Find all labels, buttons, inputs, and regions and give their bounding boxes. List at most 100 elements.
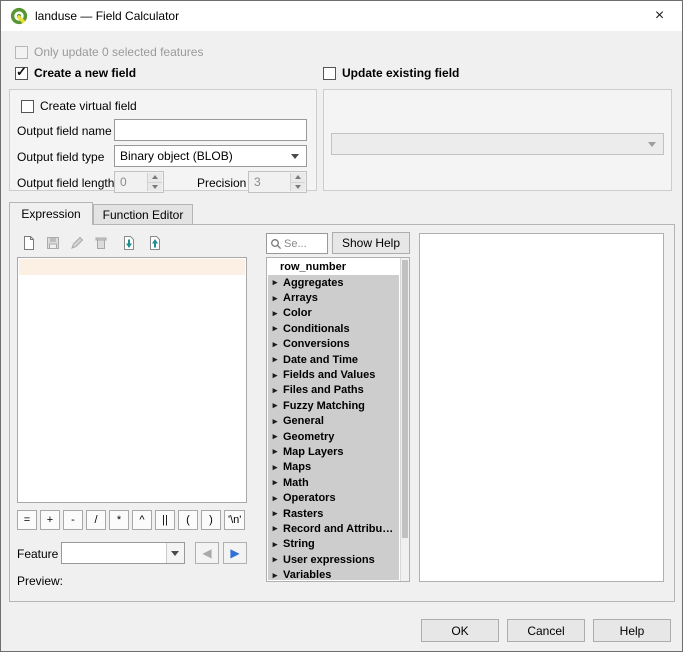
group-expand-icon: ▸ xyxy=(271,339,279,350)
function-group-item[interactable]: ▸ Color xyxy=(268,306,399,321)
group-item-label: Date and Time xyxy=(283,354,358,366)
operator-button[interactable]: * xyxy=(109,510,129,530)
function-group-item[interactable]: ▸ Math xyxy=(268,475,399,490)
function-group-item[interactable]: ▸ General xyxy=(268,414,399,429)
show-help-button[interactable]: Show Help xyxy=(332,232,410,254)
expression-editor[interactable] xyxy=(17,257,247,503)
create-new-field-checkbox[interactable]: Create a new field xyxy=(15,66,136,80)
group-expand-icon: ▸ xyxy=(271,385,279,396)
only-update-label: Only update 0 selected features xyxy=(34,45,203,59)
editor-current-line xyxy=(19,259,245,275)
function-group-item[interactable]: ▸ Aggregates xyxy=(268,275,399,290)
operator-button[interactable]: ) xyxy=(201,510,221,530)
export-expressions-icon[interactable] xyxy=(143,231,166,254)
spin-up-icon xyxy=(152,175,158,179)
checkbox-icon xyxy=(21,100,34,113)
group-expand-icon: ▸ xyxy=(271,539,279,550)
function-group-item[interactable]: ▸ Files and Paths xyxy=(268,383,399,398)
group-expand-icon: ▸ xyxy=(271,493,279,504)
new-expression-icon[interactable] xyxy=(17,231,40,254)
operator-button[interactable]: '\n' xyxy=(224,510,245,530)
edit-expression-icon xyxy=(65,231,88,254)
group-expand-icon: ▸ xyxy=(271,431,279,442)
spinner-buttons xyxy=(290,173,305,191)
function-group-item[interactable]: ▸ Fuzzy Matching xyxy=(268,398,399,413)
create-virtual-field-label: Create virtual field xyxy=(40,99,137,113)
scrollbar-thumb[interactable] xyxy=(402,260,408,538)
function-group-item[interactable]: ▸ Rasters xyxy=(268,506,399,521)
feature-input[interactable] xyxy=(62,543,166,563)
operator-button[interactable]: ^ xyxy=(132,510,152,530)
output-field-type-select[interactable]: Binary object (BLOB) xyxy=(114,145,307,167)
group-item-label: General xyxy=(283,415,324,427)
function-group-item[interactable]: ▸ String xyxy=(268,537,399,552)
output-field-length-label: Output field length xyxy=(17,176,114,190)
function-group-item[interactable]: ▸ User expressions xyxy=(268,552,399,567)
group-item-label: String xyxy=(283,538,315,550)
output-field-type-value: Binary object (BLOB) xyxy=(120,149,233,163)
feature-combobox[interactable] xyxy=(61,542,185,564)
update-existing-field-label: Update existing field xyxy=(342,66,459,80)
preview-label: Preview: xyxy=(17,574,63,588)
output-field-name-input[interactable] xyxy=(114,119,307,141)
ok-button[interactable]: OK xyxy=(421,619,499,642)
operator-button[interactable]: ( xyxy=(178,510,198,530)
function-group-item[interactable]: ▸ Conversions xyxy=(268,337,399,352)
help-button[interactable]: Help xyxy=(593,619,671,642)
group-item-label: Files and Paths xyxy=(283,384,364,396)
group-expand-icon: ▸ xyxy=(271,323,279,334)
function-search[interactable] xyxy=(266,233,328,254)
update-existing-field-checkbox[interactable]: Update existing field xyxy=(323,66,459,80)
spin-up-icon xyxy=(295,175,301,179)
group-item-label: Record and Attribu… xyxy=(283,523,393,535)
close-icon[interactable]: × xyxy=(637,1,682,31)
output-field-length-stepper: 0 xyxy=(114,171,164,193)
operator-button[interactable]: / xyxy=(86,510,106,530)
group-item-label: Color xyxy=(283,307,312,319)
existing-field-select xyxy=(331,133,664,155)
function-group-item[interactable]: ▸ Maps xyxy=(268,460,399,475)
function-list: row_number ▸ Aggregates ▸ Arrays ▸ Color… xyxy=(266,257,410,582)
group-expand-icon: ▸ xyxy=(271,570,279,580)
operator-button[interactable]: - xyxy=(63,510,83,530)
group-expand-icon: ▸ xyxy=(271,462,279,473)
function-group-item[interactable]: ▸ Operators xyxy=(268,490,399,505)
group-expand-icon: ▸ xyxy=(271,477,279,488)
group-item-label: Map Layers xyxy=(283,446,344,458)
operator-button[interactable]: + xyxy=(40,510,60,530)
field-calculator-dialog: landuse — Field Calculator × Only update… xyxy=(0,0,683,652)
function-group-item[interactable]: ▸ Geometry xyxy=(268,429,399,444)
function-group-item[interactable]: ▸ Fields and Values xyxy=(268,367,399,382)
group-expand-icon: ▸ xyxy=(271,446,279,457)
precision-value: 3 xyxy=(254,175,261,189)
operator-row: =+-/*^||()'\n' xyxy=(17,510,255,530)
function-group-item[interactable]: ▸ Record and Attribu… xyxy=(268,521,399,536)
import-expressions-icon[interactable] xyxy=(117,231,140,254)
group-expand-icon: ▸ xyxy=(271,416,279,427)
tab-function-editor[interactable]: Function Editor xyxy=(93,204,193,225)
create-virtual-field-checkbox[interactable]: Create virtual field xyxy=(21,99,137,113)
combo-arrow-segment[interactable] xyxy=(166,543,184,563)
function-group-item[interactable]: ▸ Variables xyxy=(268,567,399,580)
function-list-scrollbar[interactable] xyxy=(400,258,409,581)
function-group-item[interactable]: ▸ Arrays xyxy=(268,290,399,305)
prev-feature-icon: ◀ xyxy=(195,542,219,564)
tab-label: Expression xyxy=(21,207,80,221)
function-group-item[interactable]: ▸ Map Layers xyxy=(268,444,399,459)
output-field-name-label: Output field name xyxy=(17,124,112,138)
search-input[interactable] xyxy=(284,238,324,250)
group-item-label: Operators xyxy=(283,492,336,504)
group-expand-icon: ▸ xyxy=(271,293,279,304)
operator-button[interactable]: = xyxy=(17,510,37,530)
group-expand-icon: ▸ xyxy=(271,277,279,288)
cancel-button[interactable]: Cancel xyxy=(507,619,585,642)
next-feature-icon[interactable]: ▶ xyxy=(223,542,247,564)
group-expand-icon: ▸ xyxy=(271,523,279,534)
function-item-row-number[interactable]: row_number xyxy=(268,259,399,275)
operator-button[interactable]: || xyxy=(155,510,175,530)
function-group-item[interactable]: ▸ Date and Time xyxy=(268,352,399,367)
chevron-down-icon xyxy=(171,551,179,556)
tab-expression[interactable]: Expression xyxy=(9,202,93,225)
group-item-label: Math xyxy=(283,477,309,489)
function-group-item[interactable]: ▸ Conditionals xyxy=(268,321,399,336)
